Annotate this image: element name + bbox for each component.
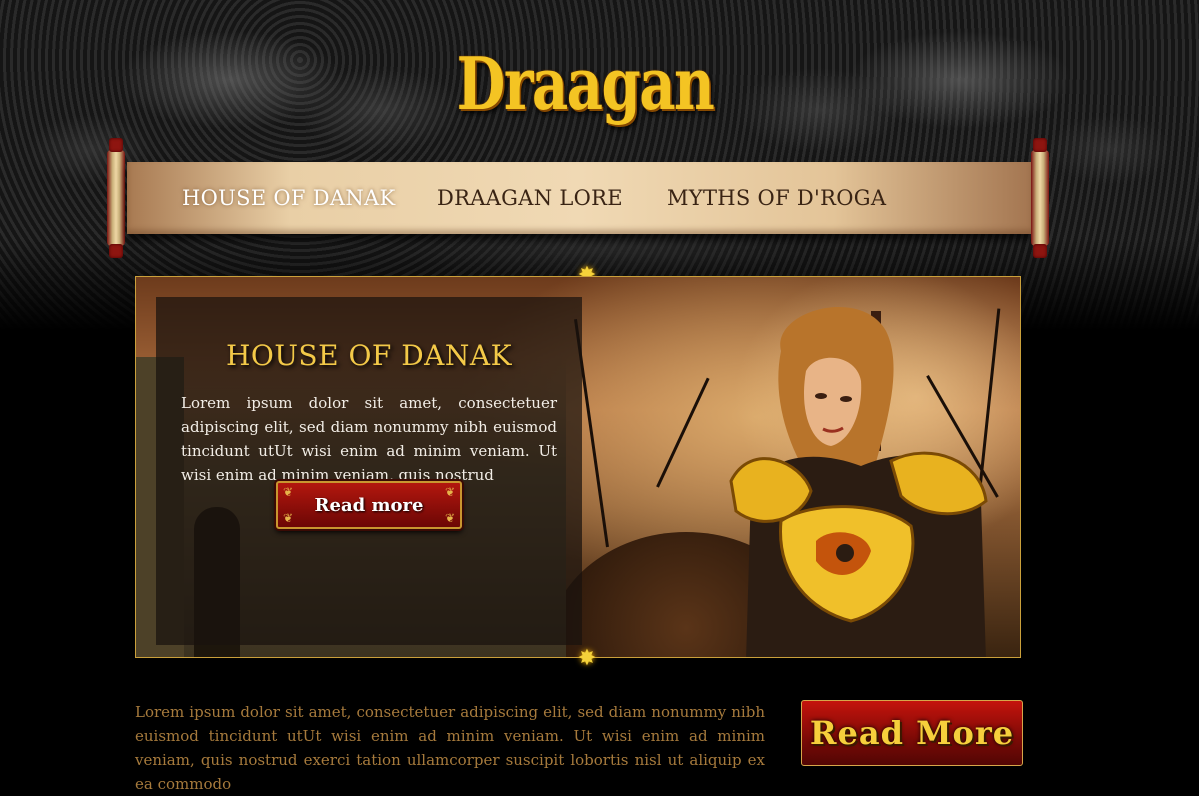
hero-banner: HOUSE OF DANAK Lorem ipsum dolor sit ame… bbox=[135, 276, 1021, 658]
ornament-icon: ❦ bbox=[444, 485, 455, 499]
ornament-icon: ❦ bbox=[444, 511, 455, 525]
hero-read-more-label: Read more bbox=[314, 494, 424, 516]
read-more-button[interactable]: Read More bbox=[801, 700, 1023, 766]
intro-paragraph: Lorem ipsum dolor sit amet, consectetuer… bbox=[135, 703, 765, 793]
scroll-rod-left bbox=[105, 138, 127, 258]
tree-branch bbox=[656, 377, 710, 488]
hero-title: HOUSE OF DANAK bbox=[225, 339, 513, 372]
nav-item-house-of-danak[interactable]: HOUSE OF DANAK bbox=[182, 186, 396, 210]
nav-item-myths-of-droga[interactable]: MYTHS OF D'ROGA bbox=[667, 186, 886, 210]
nav-item-draagan-lore[interactable]: DRAAGAN LORE bbox=[437, 186, 623, 210]
site-logo[interactable]: Draagan bbox=[457, 28, 715, 138]
hero-description: Lorem ipsum dolor sit amet, consectetuer… bbox=[181, 394, 557, 484]
sun-ornament-bottom-icon: ✸ bbox=[577, 646, 597, 671]
main-nav: HOUSE OF DANAK DRAAGAN LORE MYTHS OF D'R… bbox=[127, 162, 1033, 234]
hero-text-panel: HOUSE OF DANAK Lorem ipsum dolor sit ame… bbox=[156, 297, 582, 645]
warrior-woman-illustration bbox=[729, 307, 988, 657]
ornament-icon: ❦ bbox=[283, 485, 294, 499]
read-more-label: Read More bbox=[809, 714, 1015, 752]
ornament-icon: ❦ bbox=[283, 511, 294, 525]
hero-read-more-button[interactable]: ❦ ❦ ❦ ❦ Read more bbox=[276, 481, 462, 529]
